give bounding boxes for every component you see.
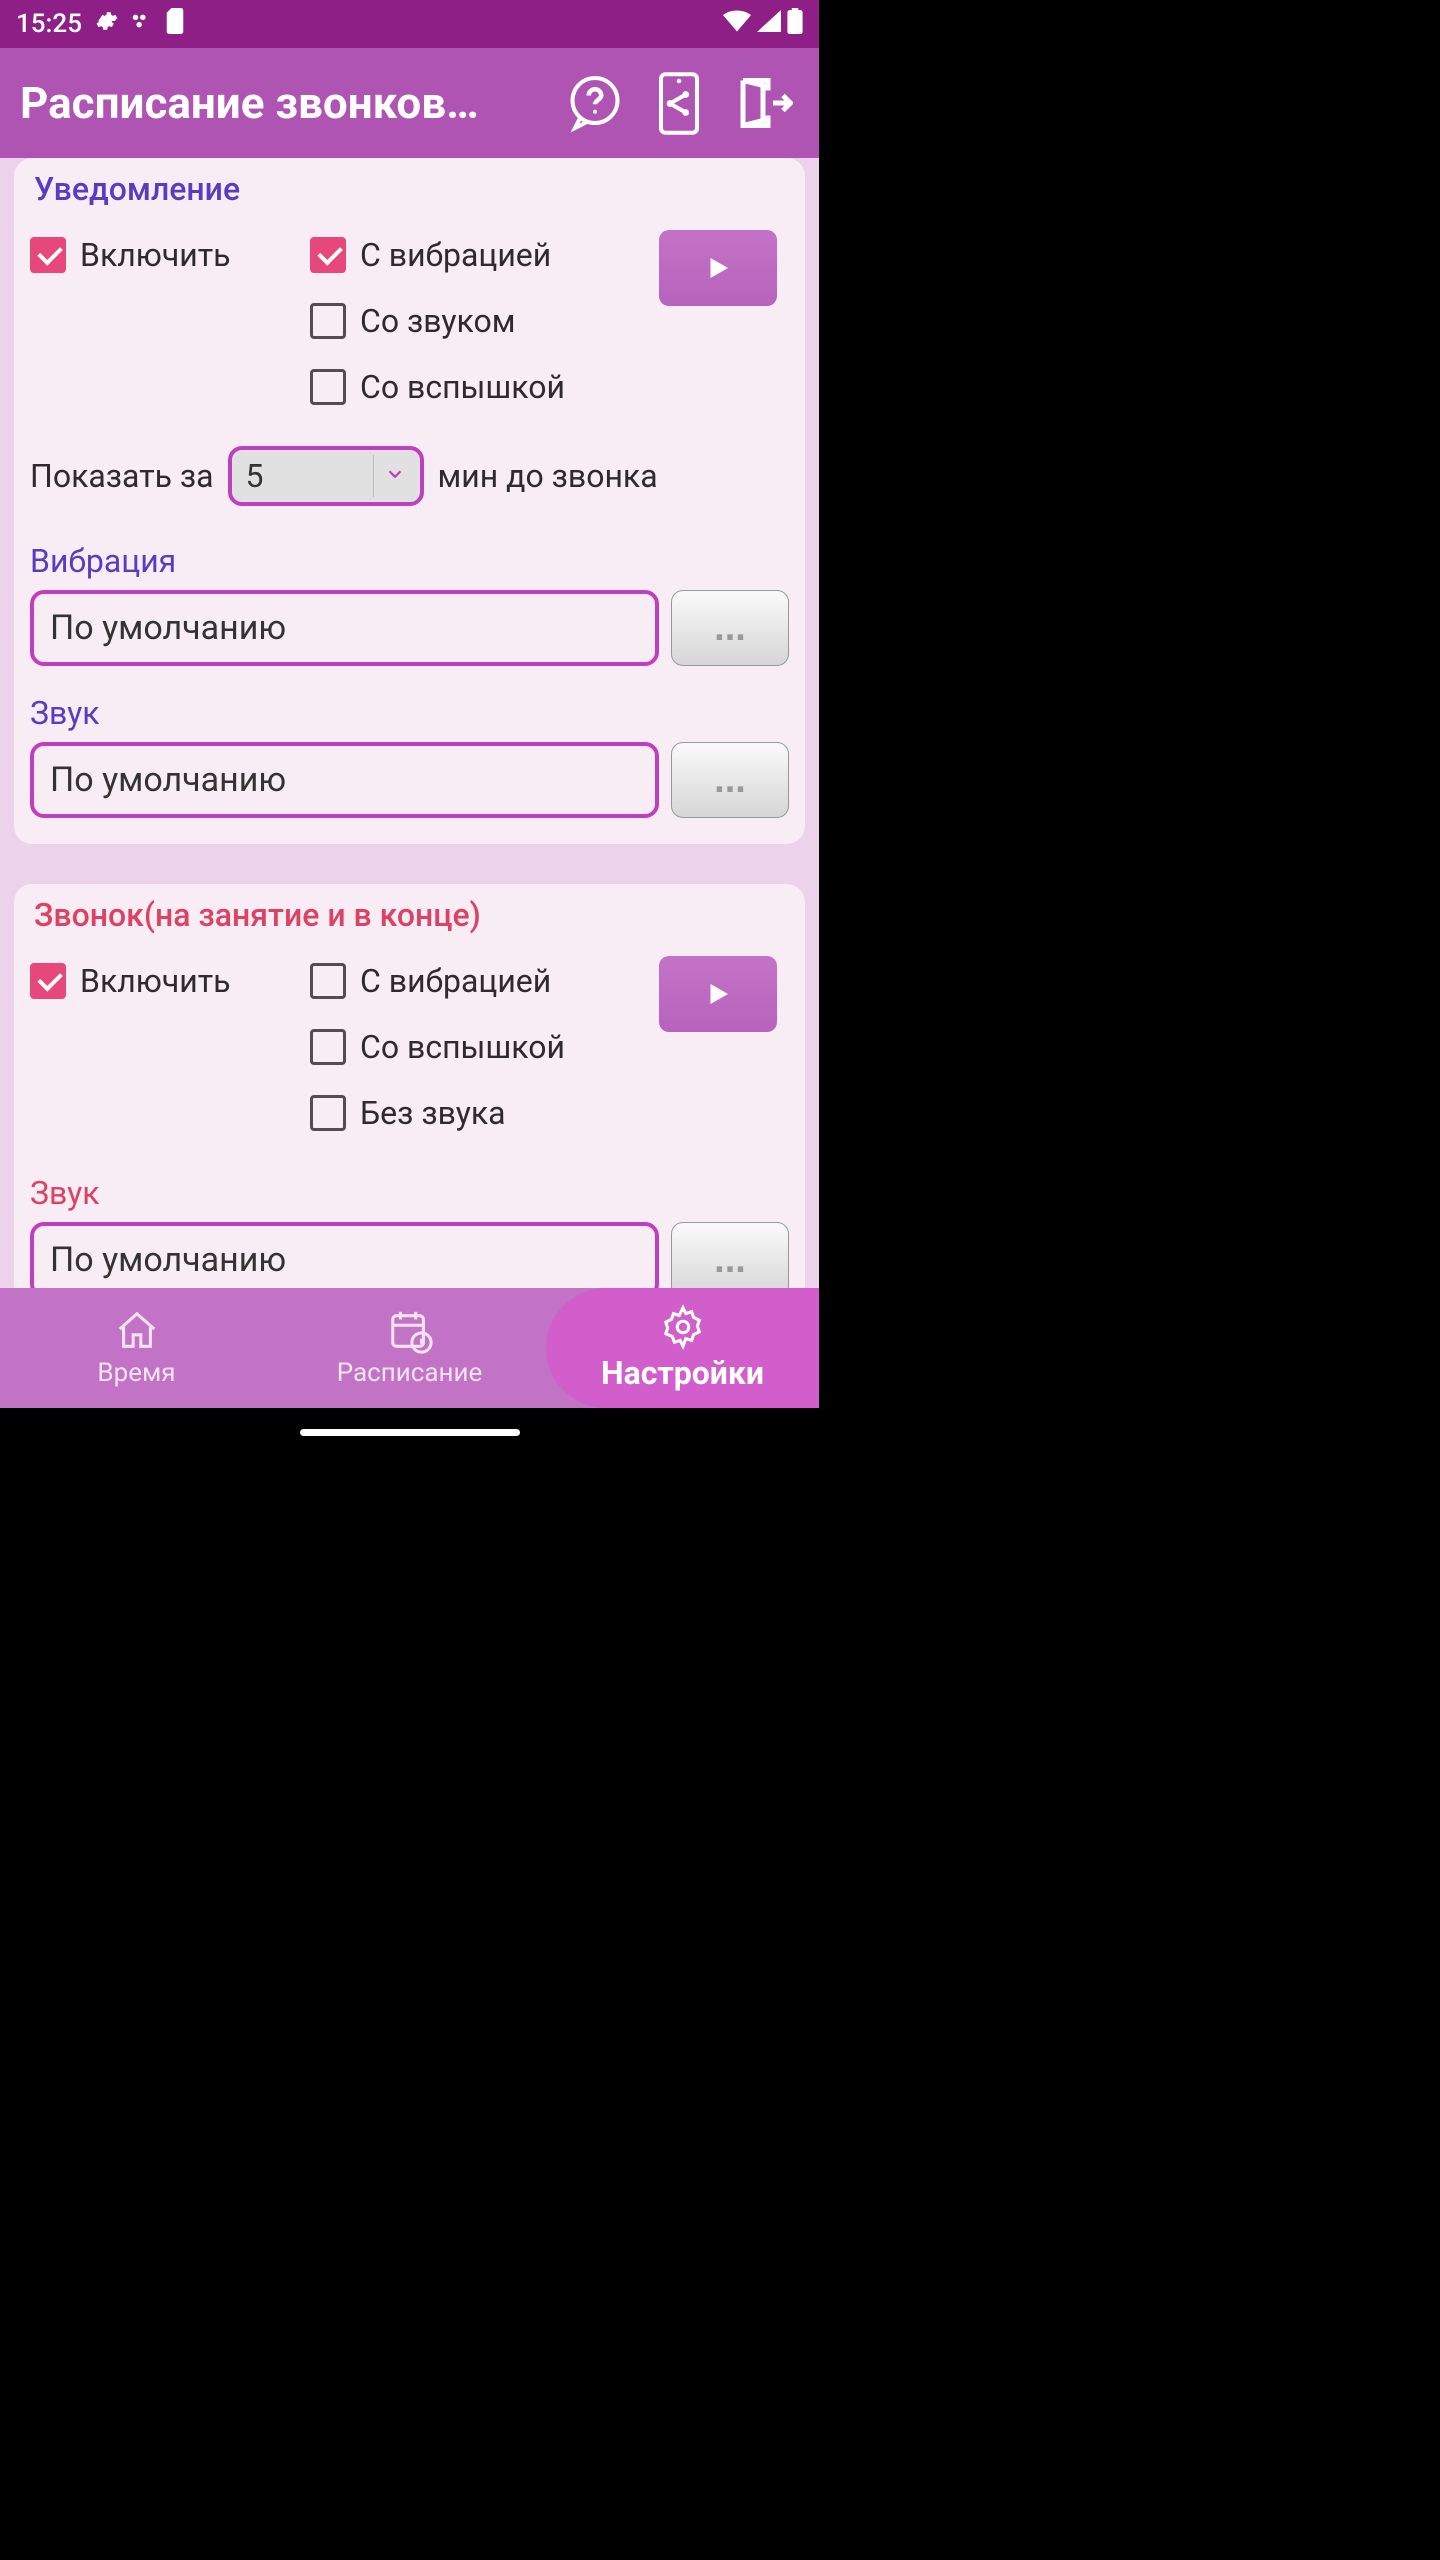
min-before-call-label: мин до звонка <box>438 457 658 495</box>
bottom-nav: Время Расписание Настройки <box>0 1288 819 1408</box>
checkbox-checked-icon <box>30 963 66 999</box>
ring-play-button[interactable] <box>659 956 777 1032</box>
notification-flash-checkbox[interactable]: Со вспышкой <box>310 354 659 420</box>
checkbox-label: С вибрацией <box>360 236 551 274</box>
help-icon[interactable] <box>559 67 631 139</box>
checkbox-label: С вибрацией <box>360 962 551 1000</box>
checkbox-label: Со вспышкой <box>360 368 565 406</box>
checkbox-unchecked-icon <box>310 369 346 405</box>
ring-sound-browse-button[interactable]: ... <box>671 1222 789 1288</box>
ring-title: Звонок(на занятие и в конце) <box>30 896 789 934</box>
ring-no-sound-checkbox[interactable]: Без звука <box>310 1080 659 1146</box>
share-device-icon[interactable] <box>643 67 715 139</box>
ring-sound-field-label: Звук <box>30 1174 789 1212</box>
status-bar: 15:25 <box>0 0 819 48</box>
checkbox-checked-icon <box>30 237 66 273</box>
app-title: Расписание звонков… <box>20 77 547 129</box>
system-nav-bar <box>0 1408 819 1456</box>
minutes-dropdown[interactable]: 5 <box>228 446 424 506</box>
ring-card: Звонок(на занятие и в конце) Включить С … <box>14 884 805 1288</box>
checkbox-label: Включить <box>80 236 231 274</box>
vibration-value-field[interactable]: По умолчанию <box>30 590 659 666</box>
checkbox-label: Со вспышкой <box>360 1028 565 1066</box>
checkbox-unchecked-icon <box>310 1029 346 1065</box>
checkbox-label: Со звуком <box>360 302 515 340</box>
status-time: 15:25 <box>16 9 82 39</box>
calendar-clock-icon <box>387 1308 433 1354</box>
vibration-field-label: Вибрация <box>30 542 789 580</box>
nav-label: Настройки <box>601 1354 764 1392</box>
sd-card-icon <box>164 8 186 41</box>
sound-field-label: Звук <box>30 694 789 732</box>
exit-icon[interactable] <box>727 67 799 139</box>
notification-title: Уведомление <box>30 170 789 208</box>
notification-play-button[interactable] <box>659 230 777 306</box>
notification-enable-checkbox[interactable]: Включить <box>30 222 310 288</box>
vibration-browse-button[interactable]: ... <box>671 590 789 666</box>
gear-icon <box>94 9 118 40</box>
show-before-label: Показать за <box>30 457 214 495</box>
nav-pill[interactable] <box>300 1429 520 1436</box>
notification-card: Уведомление Включить С вибрацией Со звук… <box>14 158 805 844</box>
nav-time[interactable]: Время <box>0 1288 273 1408</box>
checkbox-unchecked-icon <box>310 303 346 339</box>
ring-vibration-checkbox[interactable]: С вибрацией <box>310 948 659 1014</box>
checkbox-label: Без звука <box>360 1094 506 1132</box>
notification-vibration-checkbox[interactable]: С вибрацией <box>310 222 659 288</box>
notification-sound-checkbox[interactable]: Со звуком <box>310 288 659 354</box>
checkbox-checked-icon <box>310 237 346 273</box>
chevron-down-icon <box>384 463 406 489</box>
dropdown-value: 5 <box>246 457 373 495</box>
home-icon <box>114 1308 160 1354</box>
nav-settings[interactable]: Настройки <box>546 1288 819 1408</box>
checkbox-unchecked-icon <box>310 963 346 999</box>
signal-icon <box>757 9 781 39</box>
play-icon <box>703 979 733 1009</box>
wifi-icon <box>723 9 751 39</box>
nav-schedule[interactable]: Расписание <box>273 1288 546 1408</box>
ring-flash-checkbox[interactable]: Со вспышкой <box>310 1014 659 1080</box>
checkbox-label: Включить <box>80 962 231 1000</box>
sound-value-field[interactable]: По умолчанию <box>30 742 659 818</box>
settings-icon <box>660 1304 706 1350</box>
dots-icon <box>130 9 152 39</box>
content-scroll[interactable]: Уведомление Включить С вибрацией Со звук… <box>0 158 819 1288</box>
checkbox-unchecked-icon <box>310 1095 346 1131</box>
nav-label: Расписание <box>337 1358 483 1388</box>
app-bar: Расписание звонков… <box>0 48 819 158</box>
battery-icon <box>787 8 803 41</box>
play-icon <box>703 253 733 283</box>
sound-browse-button[interactable]: ... <box>671 742 789 818</box>
ring-sound-value-field[interactable]: По умолчанию <box>30 1222 659 1288</box>
ring-enable-checkbox[interactable]: Включить <box>30 948 310 1014</box>
nav-label: Время <box>97 1358 175 1388</box>
